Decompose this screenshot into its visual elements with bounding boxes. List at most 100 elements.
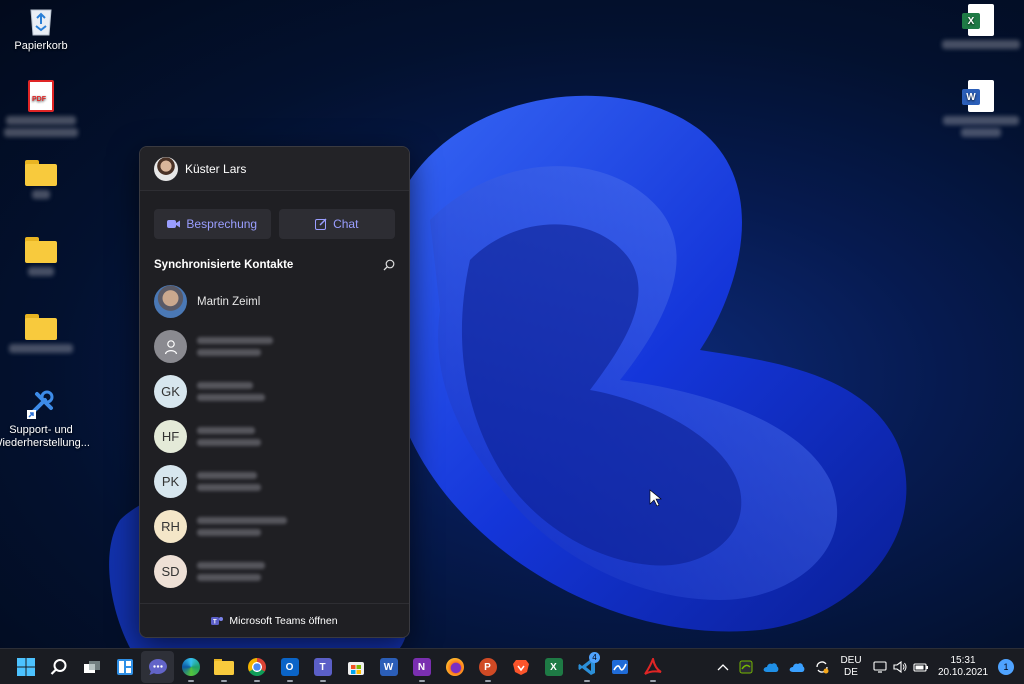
teams-icon: T bbox=[211, 616, 224, 625]
desktop-icon-label-redacted bbox=[4, 128, 78, 137]
taskbar-excel-button[interactable]: X bbox=[537, 651, 570, 683]
running-indicator bbox=[187, 680, 194, 682]
quick-settings-button[interactable] bbox=[868, 649, 934, 684]
taskbar-firefox-button[interactable] bbox=[438, 651, 471, 683]
contact-detail-redacted bbox=[197, 484, 261, 491]
svg-text:T: T bbox=[213, 619, 217, 625]
taskbar-brave-button[interactable] bbox=[504, 651, 537, 683]
taskbar-store-button[interactable] bbox=[339, 651, 372, 683]
contact-name: Martin Zeiml bbox=[197, 295, 261, 308]
meeting-button[interactable]: Besprechung bbox=[154, 209, 271, 239]
word-file-icon: W bbox=[962, 80, 994, 112]
desktop-icon-support-tools[interactable]: Support- und Wiederherstellung... bbox=[0, 388, 90, 450]
brave-icon bbox=[512, 660, 529, 675]
contacts-section-header: Synchronisierte Kontakte bbox=[140, 239, 409, 279]
desktop-icon-word-file[interactable]: W bbox=[940, 80, 1022, 137]
contact-item[interactable]: GK bbox=[140, 369, 409, 414]
tray-app-button[interactable] bbox=[734, 649, 758, 684]
chevron-up-icon bbox=[717, 664, 729, 671]
contact-list: Martin Zeiml GK HF PK RH SD bbox=[140, 279, 409, 594]
store-icon bbox=[347, 662, 364, 675]
user-avatar[interactable] bbox=[154, 156, 178, 181]
contact-item[interactable]: RH bbox=[140, 504, 409, 549]
desktop-icon-label-redacted bbox=[28, 267, 54, 276]
meeting-button-label: Besprechung bbox=[186, 217, 258, 231]
taskbar-onenote-button[interactable]: N bbox=[405, 651, 438, 683]
file-explorer-icon bbox=[213, 659, 234, 675]
input-language-button[interactable]: DEU DE bbox=[834, 649, 868, 684]
contacts-section-title: Synchronisierte Kontakte bbox=[154, 259, 294, 271]
desktop-icon-label-redacted bbox=[6, 116, 76, 125]
taskbar-widgets-button[interactable] bbox=[108, 651, 141, 683]
system-tray: DEU DE 15:31 20.10.2021 1 bbox=[712, 649, 1024, 684]
flyout-header: Küster Lars bbox=[140, 147, 409, 191]
taskbar-edge-button[interactable] bbox=[174, 651, 207, 683]
running-indicator bbox=[418, 680, 425, 682]
task-view-icon bbox=[83, 661, 100, 673]
taskbar-search-button[interactable] bbox=[42, 651, 75, 683]
compose-icon bbox=[315, 218, 327, 230]
running-indicator bbox=[649, 680, 656, 682]
taskbar-chrome-button[interactable] bbox=[240, 651, 273, 683]
contact-item[interactable]: HF bbox=[140, 414, 409, 459]
chat-button[interactable]: Chat bbox=[278, 209, 395, 239]
open-teams-label: Microsoft Teams öffnen bbox=[229, 614, 338, 627]
contact-detail-redacted bbox=[197, 394, 265, 401]
outlook-icon: O bbox=[280, 658, 299, 676]
word-badge: W bbox=[962, 89, 980, 105]
taskbar-whiteboard-button[interactable] bbox=[603, 651, 636, 683]
notification-center-button[interactable]: 1 bbox=[998, 659, 1014, 675]
desktop-icon-folder-1[interactable] bbox=[0, 160, 82, 199]
sync-icon bbox=[816, 661, 829, 674]
contact-item[interactable]: SD bbox=[140, 549, 409, 594]
desktop-icon-excel-file[interactable]: X bbox=[940, 4, 1022, 49]
widgets-icon bbox=[116, 659, 133, 675]
desktop-icon-label-redacted bbox=[942, 40, 1020, 49]
flyout-action-buttons: Besprechung Chat bbox=[140, 191, 409, 239]
taskbar-word-button[interactable]: W bbox=[372, 651, 405, 683]
taskbar-acrobat-button[interactable] bbox=[636, 651, 669, 683]
recycle-bin-icon bbox=[30, 9, 52, 36]
powerpoint-icon: P bbox=[478, 658, 497, 676]
pdf-badge: PDF bbox=[32, 96, 46, 103]
desktop-icon-pdf[interactable]: PDF bbox=[0, 80, 82, 137]
desktop-icon-folder-3[interactable] bbox=[0, 314, 82, 353]
folder-icon bbox=[25, 314, 57, 340]
desktop-icon-label-redacted bbox=[32, 190, 50, 199]
search-icon[interactable] bbox=[383, 259, 395, 271]
onedrive-button[interactable] bbox=[758, 649, 784, 684]
excel-badge: X bbox=[962, 13, 980, 29]
contact-initials-avatar: HF bbox=[154, 420, 187, 453]
desktop-icon-folder-2[interactable] bbox=[0, 237, 82, 276]
contact-item[interactable]: Martin Zeiml bbox=[140, 279, 409, 324]
folder-icon bbox=[25, 160, 57, 186]
taskbar-start-button[interactable] bbox=[9, 651, 42, 683]
taskbar-chat-button[interactable] bbox=[141, 651, 174, 683]
taskbar-vscode-button[interactable]: 4 bbox=[570, 651, 603, 683]
clock-button[interactable]: 15:31 20.10.2021 bbox=[934, 649, 992, 684]
taskbar-teams-button[interactable]: T bbox=[306, 651, 339, 683]
user-name: Küster Lars bbox=[185, 161, 247, 176]
taskbar-explorer-button[interactable] bbox=[207, 651, 240, 683]
sync-status-button[interactable] bbox=[810, 649, 834, 684]
desktop-icon-recycle-bin[interactable]: Papierkorb bbox=[0, 4, 82, 53]
onedrive-business-button[interactable] bbox=[784, 649, 810, 684]
onenote-icon: N bbox=[412, 658, 431, 676]
desktop-icon-label-redacted bbox=[9, 344, 73, 353]
chat-button-label: Chat bbox=[333, 217, 359, 231]
contact-photo-avatar bbox=[154, 285, 187, 318]
taskbar-outlook-button[interactable]: O bbox=[273, 651, 306, 683]
chrome-icon bbox=[247, 658, 266, 676]
open-teams-link[interactable]: T Microsoft Teams öffnen bbox=[140, 603, 409, 637]
language-code: DEU bbox=[840, 655, 862, 666]
contact-item[interactable]: PK bbox=[140, 459, 409, 504]
whiteboard-icon bbox=[611, 660, 628, 674]
teams-chat-flyout: Küster Lars Besprechung Chat Synchronisi… bbox=[139, 146, 410, 638]
taskbar-task-view-button[interactable] bbox=[75, 651, 108, 683]
show-hidden-icons-button[interactable] bbox=[712, 649, 734, 684]
contact-name-redacted bbox=[197, 337, 273, 344]
contact-item[interactable] bbox=[140, 324, 409, 369]
running-indicator bbox=[484, 680, 491, 682]
desktop-icon-label-redacted bbox=[943, 116, 1019, 125]
taskbar-powerpoint-button[interactable]: P bbox=[471, 651, 504, 683]
